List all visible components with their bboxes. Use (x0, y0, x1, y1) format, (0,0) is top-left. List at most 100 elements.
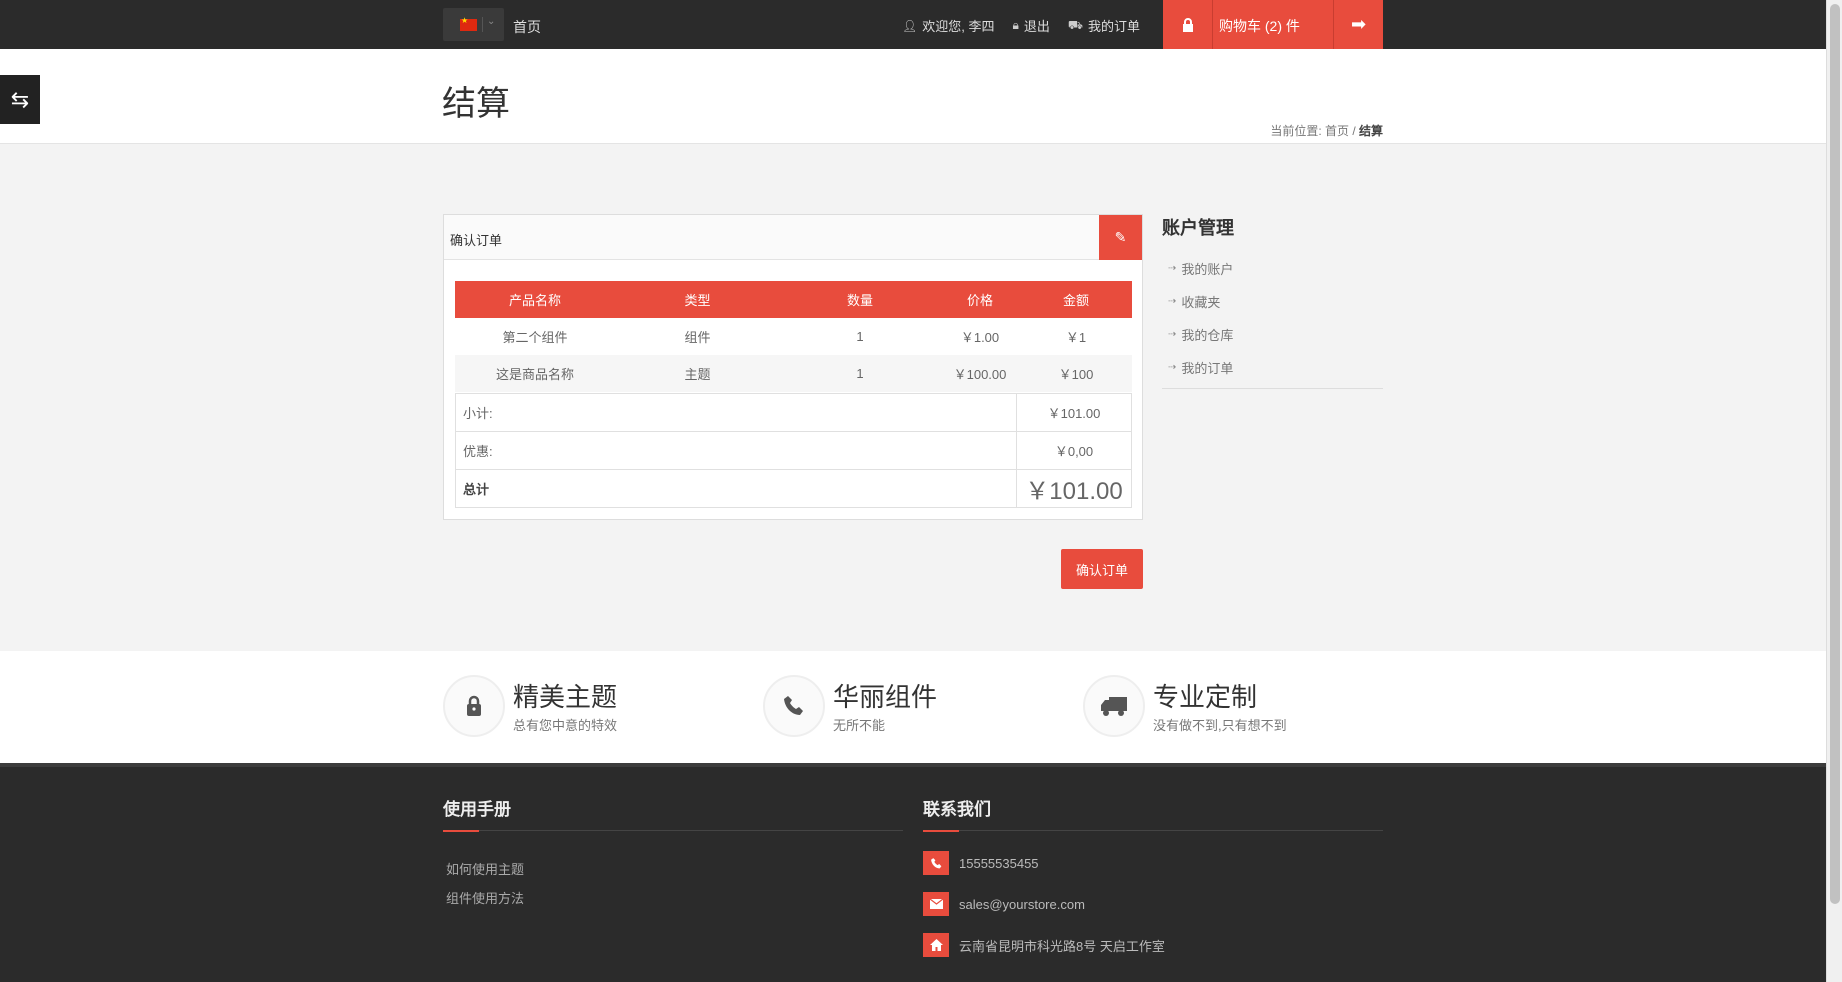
product-name-cell[interactable]: 第二个组件 (455, 318, 615, 355)
panel-header: 确认订单 ✎ (444, 215, 1142, 260)
welcome-user-link[interactable]: 👤︎ 欢迎您, 李四 (902, 16, 994, 35)
feature-subtitle: 总有您中意的特效 (513, 718, 618, 733)
type-cell: 主题 (615, 355, 780, 392)
page-scrollbar[interactable] (1826, 0, 1842, 982)
feature-title: 精美主题 (513, 682, 618, 712)
page-title: 结算 (442, 85, 510, 123)
sidebar-item-my-orders[interactable]: ⇢ 我的订单 (1162, 351, 1383, 384)
feature-subtitle: 没有做不到,只有想不到 (1153, 718, 1287, 733)
confirm-order-button[interactable]: 确认订单 (1061, 549, 1143, 589)
checkout-arrow-icon[interactable]: ➡ (1333, 0, 1383, 49)
welcome-text: 欢迎您, 李四 (922, 19, 995, 34)
column-header: 价格 (940, 281, 1020, 318)
orders-icon: ⛟ (1067, 17, 1083, 32)
page-header (0, 49, 1826, 144)
lock-icon (443, 675, 505, 737)
contact-title: 联系我们 (923, 800, 991, 819)
address-text: 云南省昆明市科光路8号 天启工作室 (959, 938, 1165, 954)
price-cell: ￥100.00 (940, 355, 1020, 392)
phone-number: 15555535455 (959, 855, 1039, 871)
arrow-right-icon: ⇢ (1168, 362, 1177, 373)
phone-icon (923, 851, 949, 875)
column-header: 金额 (1020, 281, 1132, 318)
divider-accent (923, 830, 959, 832)
subtotal-row: 小计: ￥101.00 (455, 393, 1132, 432)
truck-icon (1083, 675, 1145, 737)
total-label: 总计 (455, 469, 1017, 508)
contact-phone: 15555535455 (923, 851, 1039, 875)
manual-title: 使用手册 (443, 800, 511, 819)
sidebar-item-warehouse[interactable]: ⇢ 我的仓库 (1162, 318, 1383, 351)
type-cell: 组件 (684, 330, 711, 345)
sidebar-item-label: 我的仓库 (1181, 328, 1234, 343)
divider (923, 830, 1383, 831)
manual-link[interactable]: 如何使用主题 (446, 859, 524, 878)
breadcrumb-current: 结算 (1358, 124, 1383, 138)
sidebar-item-label: 我的账户 (1181, 262, 1234, 277)
swap-arrows-icon[interactable]: ⇆ (0, 75, 40, 124)
column-header: 产品名称 (455, 281, 615, 318)
breadcrumb: 当前位置: 首页 / 结算 (1270, 122, 1383, 139)
cart-label: 购物车 (2) 件 (1219, 18, 1300, 34)
email-address[interactable]: sales@yourstore.com (959, 897, 1085, 912)
quantity-cell: 1 (856, 329, 864, 344)
subtotal-label: 小计: (455, 393, 1017, 432)
arrow-right-icon: ⇢ (1168, 329, 1177, 340)
pencil-icon[interactable]: ✎ (1099, 215, 1142, 260)
table-row: 这是商品名称 主题 1 ￥100.00 ￥100 (455, 355, 1132, 392)
divider (443, 830, 903, 831)
user-icon: 👤︎ (902, 18, 918, 33)
divider (482, 17, 483, 32)
sidebar-menu: ⇢ 我的账户 ⇢ 收藏夹 ⇢ 我的仓库 ⇢ 我的订单 (1162, 252, 1383, 389)
contact-email: sales@yourstore.com (923, 892, 1085, 916)
cart-lock-icon (1163, 0, 1213, 49)
table-header-row: 产品名称 类型 数量 价格 金额 (455, 281, 1132, 318)
breadcrumb-prefix[interactable]: 当前位置: 首页 / (1270, 124, 1359, 138)
scrollbar-thumb[interactable] (1830, 4, 1840, 904)
account-links: 👤︎ 欢迎您, 李四 🔒︎ 退出 ⛟ 我的订单 (902, 16, 1140, 35)
column-header: 数量 (780, 281, 940, 318)
sidebar-item-label: 我的订单 (1181, 361, 1234, 376)
feature-title: 华丽组件 (833, 682, 938, 712)
feature-subtitle: 无所不能 (833, 718, 886, 733)
product-name-cell[interactable]: 这是商品名称 (455, 355, 615, 392)
panel-title: 确认订单 (450, 233, 503, 248)
discount-row: 优惠: ￥0,00 (455, 431, 1132, 470)
home-icon (923, 933, 949, 957)
divider-accent (443, 830, 479, 832)
table-row: 第二个组件 组件 1 ￥1.00 ￥1 (455, 318, 1132, 355)
price-cell: ￥1.00 (960, 330, 1000, 345)
amount-cell: ￥1 (1065, 330, 1087, 345)
order-table: 产品名称 类型 数量 价格 金额 第二个组件 组件 1 ￥1.00 ￥1 这是商… (455, 281, 1132, 392)
total-row: 总计 ￥101.00 (455, 469, 1132, 508)
arrow-right-icon: ⇢ (1168, 263, 1177, 274)
sidebar-item-label: 收藏夹 (1181, 295, 1221, 310)
logout-link[interactable]: 🔒︎ 退出 (1012, 16, 1049, 35)
discount-value: ￥0,00 (1016, 431, 1132, 470)
discount-label: 优惠: (455, 431, 1017, 470)
sidebar-item-my-account[interactable]: ⇢ 我的账户 (1162, 252, 1383, 285)
language-selector[interactable]: ★ ⌄ (443, 8, 504, 41)
phone-icon (763, 675, 825, 737)
footer: 使用手册 如何使用主题 组件使用方法 联系我们 15555535455 sale… (0, 763, 1826, 982)
subtotal-value: ￥101.00 (1016, 393, 1132, 432)
order-summary-table: 小计: ￥101.00 优惠: ￥0,00 总计 ￥101.00 (455, 393, 1132, 508)
cart-widget[interactable]: 购物车 (2) 件 ➡ (1163, 0, 1383, 49)
total-value: ￥101.00 (1016, 469, 1132, 508)
feature-title: 专业定制 (1153, 682, 1258, 712)
manual-link[interactable]: 组件使用方法 (446, 888, 524, 907)
logout-label: 退出 (1023, 19, 1050, 34)
contact-address: 云南省昆明市科光路8号 天启工作室 (923, 933, 1165, 957)
lock-icon: 🔒︎ (1012, 18, 1019, 32)
sidebar-item-favorites[interactable]: ⇢ 收藏夹 (1162, 285, 1383, 318)
sidebar-title: 账户管理 (1162, 218, 1234, 238)
amount-cell: ￥100 (1020, 355, 1132, 392)
my-orders-label: 我的订单 (1087, 19, 1140, 34)
top-bar: ★ ⌄ 首页 👤︎ 欢迎您, 李四 🔒︎ 退出 ⛟ 我的订单 购物车 (2) 件… (0, 0, 1826, 49)
my-orders-link[interactable]: ⛟ 我的订单 (1068, 16, 1140, 35)
envelope-icon (923, 892, 949, 916)
chevron-down-icon: ⌄ (487, 16, 496, 27)
nav-home-link[interactable]: 首页 (513, 17, 541, 37)
arrow-right-icon: ⇢ (1168, 296, 1177, 307)
column-header: 类型 (615, 281, 780, 318)
